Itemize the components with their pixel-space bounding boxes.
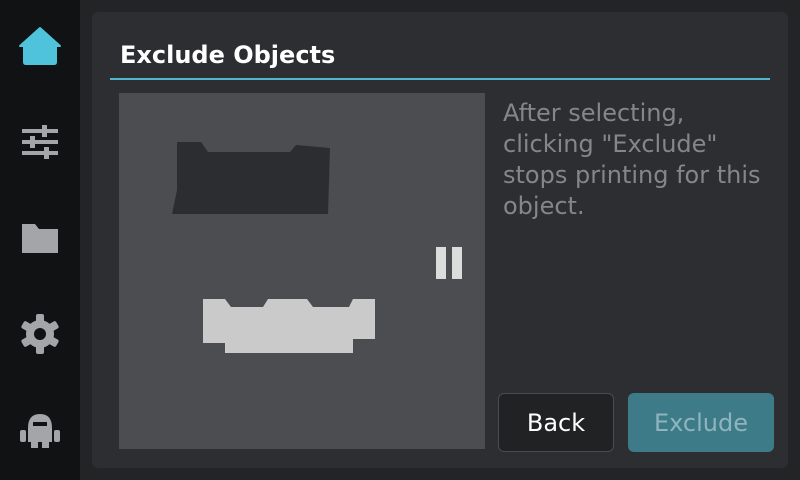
robot-icon xyxy=(18,410,62,454)
back-button[interactable]: Back xyxy=(498,393,614,452)
nav-files[interactable] xyxy=(0,192,80,288)
exclude-objects-panel: Exclude Objects After selecting, clickin… xyxy=(92,12,788,468)
sidebar xyxy=(0,0,80,480)
title-divider xyxy=(110,78,770,80)
pause-icon xyxy=(436,247,464,283)
nav-home[interactable] xyxy=(0,0,80,96)
panel-title: Exclude Objects xyxy=(120,41,336,69)
home-icon xyxy=(18,26,62,70)
object-1[interactable] xyxy=(172,140,332,216)
exclude-button[interactable]: Exclude xyxy=(628,393,774,452)
object-2[interactable] xyxy=(201,297,377,355)
nav-tune[interactable] xyxy=(0,96,80,192)
folder-icon xyxy=(20,220,60,260)
instruction-text: After selecting, clicking "Exclude" stop… xyxy=(503,99,761,220)
gear-icon xyxy=(19,313,61,359)
nav-robot[interactable] xyxy=(0,384,80,480)
sliders-icon xyxy=(20,122,60,166)
object-preview xyxy=(119,93,485,449)
nav-settings[interactable] xyxy=(0,288,80,384)
